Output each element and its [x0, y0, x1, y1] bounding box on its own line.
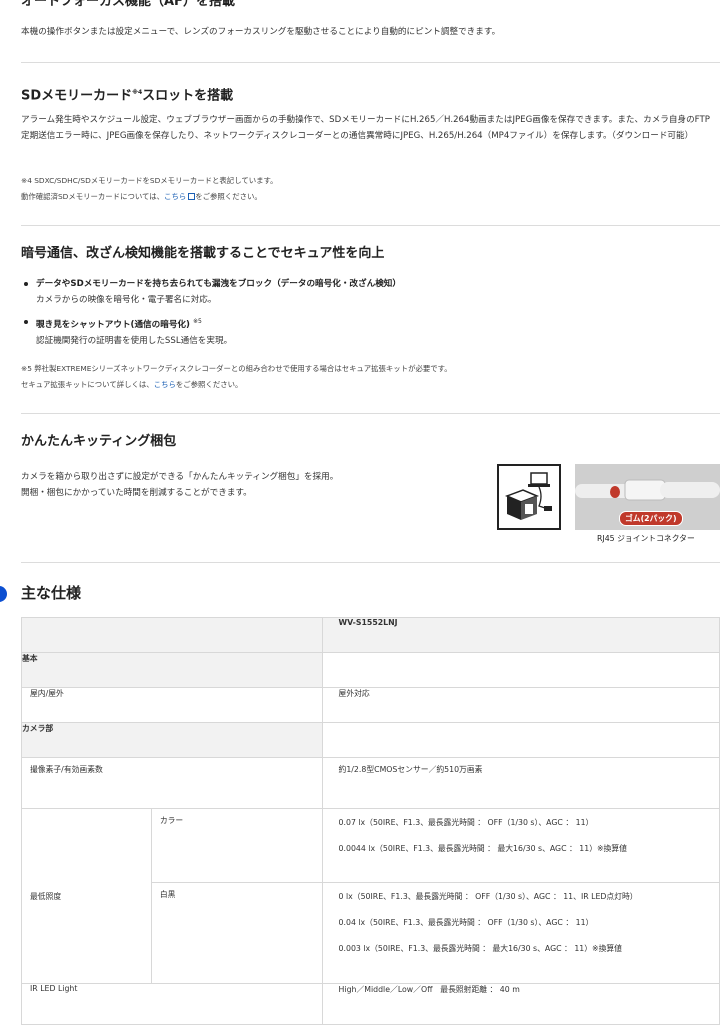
- bullet-item-1: データやSDメモリーカードを持ち去られても漏洩をブロック（データの暗号化・改ざん…: [21, 276, 720, 308]
- model-name: WV-S1552LNJ: [321, 617, 720, 653]
- table-row: 屋内/屋外 屋外対応: [21, 687, 720, 723]
- sd-note-2-post: をご参照ください。: [195, 192, 262, 201]
- category-row-camera: カメラ部: [21, 722, 720, 758]
- indoor-outdoor-value: 屋外対応: [321, 687, 720, 723]
- sd-note-1: ※4 SDXC/SDHC/SDメモリーカードをSDメモリーカードと表記しています…: [21, 176, 278, 185]
- color-values: 0.07 lx（50IRE、F1.3、最長露光時間 ： OFF（1/30 s）、…: [321, 808, 720, 883]
- bullet-2-title: 覗き見をシャットアウト(通信の暗号化) ※5: [36, 314, 720, 333]
- sd-text: アラーム発生時やスケジュール設定、ウェブブラウザー画面からの手動操作で、SDメモ…: [21, 115, 710, 141]
- secure-section: 暗号通信、改ざん検知機能を搭載することでセキュア性を向上 データやSDメモリーカ…: [21, 225, 720, 414]
- af-heading: オートフォーカス機能（AF）を搭載: [21, 0, 235, 9]
- sd-heading-sup: ※4: [132, 89, 143, 96]
- kit-text-1: カメラを箱から取り出さずに設定ができる「かんたんキッティング梱包」を採用。: [21, 472, 339, 482]
- category-camera-blank: [321, 722, 720, 758]
- sd-note-2: 動作確認済SDメモリーカードについては、こちら をご参照ください。: [21, 189, 262, 204]
- bw-value-1: 0 lx（50IRE、F1.3、最長露光時間 ： OFF（1/30 s）、AGC…: [338, 892, 638, 901]
- secure-note-2: セキュア拡張キットについて詳しくは、こちらをご参照ください。: [21, 377, 242, 392]
- secure-note-2-pre: セキュア拡張キットについて詳しくは、: [21, 380, 154, 389]
- photo-caption: RJ45 ジョイントコネクター: [597, 534, 695, 543]
- section-marker-icon: [0, 586, 7, 602]
- table-row: 撮像素子/有効画素数 約1/2.8型CMOSセンサー／約510万画素: [21, 757, 720, 809]
- secure-note-1: ※5 弊社製EXTREMEシリーズネットワークディスクレコーダーとの組み合わせで…: [21, 364, 452, 373]
- bw-value-2: 0.04 lx（50IRE、F1.3、最長露光時間 ： OFF（1/30 s）、…: [338, 918, 594, 927]
- sensor-label: 撮像素子/有効画素数: [21, 757, 323, 809]
- category-basic: 基本: [21, 652, 323, 688]
- table-row: 最低照度 カラー 0.07 lx（50IRE、F1.3、最長露光時間 ： OFF…: [21, 808, 720, 984]
- af-section: オートフォーカス機能（AF）を搭載 本機の操作ボタンまたは設定メニューで、レンズ…: [21, 0, 720, 63]
- bw-values: 0 lx（50IRE、F1.3、最長露光時間 ： OFF（1/30 s）、AGC…: [321, 882, 720, 984]
- sd-heading-main: SDメモリーカード: [21, 88, 133, 104]
- af-text: 本機の操作ボタンまたは設定メニューで、レンズのフォーカスリングを駆動させることに…: [21, 27, 501, 37]
- rj45-connector-photo: ゴム(2パック): [575, 464, 720, 530]
- min-illumination-label: 最低照度: [21, 808, 152, 984]
- kit-heading: かんたんキッティング梱包: [21, 434, 177, 449]
- sd-heading: SDメモリーカード※4スロットを搭載: [21, 84, 233, 105]
- box-laptop-icon: [504, 472, 552, 520]
- color-value-1: 0.07 lx（50IRE、F1.3、最長露光時間 ： OFF（1/30 s）、…: [338, 818, 594, 827]
- secure-heading: 暗号通信、改ざん検知機能を搭載することでセキュア性を向上: [21, 246, 385, 261]
- category-row-basic: 基本: [21, 652, 720, 688]
- ir-led-label: IR LED Light: [21, 983, 323, 1025]
- spec-table: WV-S1552LNJ 基本 屋内/屋外 屋外対応 カメラ部 撮像素子/有効画素…: [21, 617, 720, 1025]
- bullet-1-title: データやSDメモリーカードを持ち去られても漏洩をブロック（データの暗号化・改ざん…: [36, 279, 401, 289]
- sd-section: SDメモリーカード※4スロットを搭載 アラーム発生時やスケジュール設定、ウェブブ…: [21, 62, 720, 226]
- bullet-dot: [24, 320, 28, 324]
- indoor-outdoor-label: 屋内/屋外: [21, 687, 323, 723]
- bullet-item-2: 覗き見をシャットアウト(通信の暗号化) ※5 認証機関発行の証明書を使用したSS…: [21, 314, 720, 349]
- spec-header-row: WV-S1552LNJ: [21, 617, 720, 653]
- gum-badge: ゴム(2パック): [619, 511, 683, 526]
- bullet-1-text: カメラからの映像を暗号化・電子署名に対応。: [36, 295, 217, 305]
- bullet-dot: [24, 282, 28, 286]
- sd-heading-tail: スロットを搭載: [142, 88, 234, 104]
- ir-led-value: High／Middle／Low／Off 最長照射距離 ： 40 m: [321, 983, 720, 1025]
- kit-text-2: 開梱・梱包にかかっていた時間を削減することができます。: [21, 488, 252, 498]
- color-value-2: 0.0044 lx（50IRE、F1.3、最長露光時間 ： 最大16/30 s、…: [338, 844, 627, 853]
- secure-here-link[interactable]: こちら: [154, 380, 176, 389]
- bullet-2-sup: ※5: [192, 318, 202, 325]
- bw-value-3: 0.003 lx（50IRE、F1.3、最長露光時間 ： 最大16/30 s、A…: [338, 944, 622, 953]
- kitting-illustration: [497, 464, 561, 530]
- bullet-2-title-text: 覗き見をシャットアウト(通信の暗号化): [36, 319, 190, 330]
- sd-here-link[interactable]: こちら: [164, 192, 186, 201]
- color-label: カラー: [150, 808, 323, 883]
- spec-heading: 主な仕様: [21, 584, 82, 602]
- category-camera: カメラ部: [21, 722, 323, 758]
- table-row: IR LED Light High／Middle／Low／Off 最長照射距離 …: [21, 983, 720, 1025]
- sd-note-2-pre: 動作確認済SDメモリーカードについては、: [21, 192, 165, 201]
- bw-label: 白黒: [150, 882, 323, 984]
- spec-header-blank: [21, 617, 323, 653]
- sensor-value: 約1/2.8型CMOSセンサー／約510万画素: [321, 757, 720, 809]
- bullet-2-text: 認証機関発行の証明書を使用したSSL通信を実現。: [36, 335, 233, 346]
- category-basic-blank: [321, 652, 720, 688]
- secure-note-2-post: をご参照ください。: [175, 380, 243, 389]
